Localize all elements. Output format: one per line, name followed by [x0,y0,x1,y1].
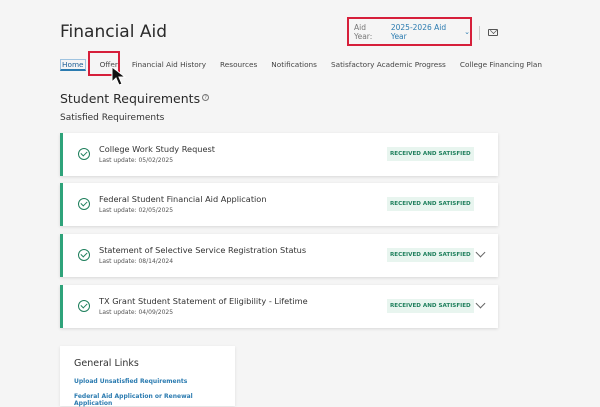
general-links-title: General Links [74,358,139,369]
requirement-card[interactable]: Statement of Selective Service Registrat… [60,234,498,277]
upload-requirements-link[interactable]: Upload Unsatisfied Requirements [74,378,221,385]
section-title: Student Requirements? [60,91,210,106]
general-links-card: General Links Upload Unsatisfied Require… [60,346,235,407]
status-badge: RECEIVED AND SATISFIED [387,147,474,161]
tab-satisfactory-academic-progress[interactable]: Satisfactory Academic Progress [331,59,446,71]
aid-year-label: Aid Year: [354,22,373,41]
aid-year-value: 2025-2026 Aid Year [390,22,447,41]
tab-notifications[interactable]: Notifications [271,59,317,71]
check-circle-icon [78,148,90,160]
aid-year-select[interactable]: Aid Year: 2025-2026 Aid Year ⌄ [347,17,472,46]
check-circle-icon [78,249,90,261]
tab-college-financing-plan[interactable]: College Financing Plan [460,59,542,71]
requirement-update: Last update: 08/14/2024 [99,258,174,265]
federal-aid-application-link[interactable]: Federal Aid Application or Renewal Appli… [74,393,221,407]
status-badge: RECEIVED AND SATISFIED [387,197,474,211]
nav-tabs: Home Offer Financial Aid History Resourc… [60,59,556,71]
requirement-update: Last update: 02/05/2025 [99,207,174,214]
requirement-name: Federal Student Financial Aid Applicatio… [99,194,267,204]
mail-icon[interactable] [488,29,498,36]
requirement-card: Federal Student Financial Aid Applicatio… [60,183,498,226]
chevron-down-icon[interactable] [475,247,486,258]
section-title-text: Student Requirements [60,91,201,106]
check-circle-icon [78,198,90,210]
requirement-name: College Work Study Request [99,144,215,154]
tab-resources[interactable]: Resources [220,59,257,71]
status-badge: RECEIVED AND SATISFIED [387,248,474,262]
divider [479,26,480,40]
section-subtitle: Satisfied Requirements [60,113,165,123]
requirement-name: TX Grant Student Statement of Eligibilit… [99,296,308,306]
requirement-update: Last update: 04/09/2025 [99,309,174,316]
tab-home[interactable]: Home [60,59,86,71]
chevron-down-icon[interactable] [475,298,486,309]
status-badge: RECEIVED AND SATISFIED [387,299,474,313]
help-icon[interactable]: ? [202,94,210,101]
requirement-card[interactable]: TX Grant Student Statement of Eligibilit… [60,285,498,328]
page-title: Financial Aid [60,22,167,42]
tab-financial-aid-history[interactable]: Financial Aid History [132,59,206,71]
mouse-cursor-icon [111,66,127,86]
requirement-card: College Work Study Request Last update: … [60,133,498,176]
requirement-update: Last update: 05/02/2025 [99,157,174,164]
chevron-down-icon: ⌄ [464,27,470,36]
check-circle-icon [78,300,90,312]
requirement-name: Statement of Selective Service Registrat… [99,245,307,255]
